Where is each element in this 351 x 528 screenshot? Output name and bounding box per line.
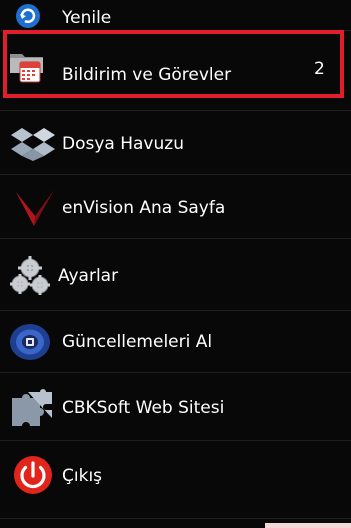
menu-item-settings[interactable]: Ayarlar (0, 246, 351, 306)
separator (0, 518, 351, 519)
gears-icon (8, 254, 52, 298)
separator (0, 238, 351, 239)
separator (0, 372, 351, 373)
puzzle-icon (8, 388, 54, 430)
menu-item-label: Çıkış (62, 466, 103, 486)
menu-item-envision-home[interactable]: enVision Ana Sayfa (0, 178, 351, 238)
refresh-icon (14, 2, 42, 30)
menu-item-label: CBKSoft Web Sitesi (62, 398, 225, 418)
menu-item-cbksoft-website[interactable]: CBKSoft Web Sitesi (0, 378, 351, 438)
background-edge (265, 523, 351, 528)
separator (0, 440, 351, 441)
menu-item-label: Güncellemeleri Al (62, 332, 213, 352)
context-menu: Yenile Bildirim ve Görevler 2 Dosya Havu… (0, 0, 351, 528)
menu-item-get-updates[interactable]: Güncellemeleri Al (0, 312, 351, 372)
menu-item-file-pool[interactable]: Dosya Havuzu (0, 114, 351, 174)
menu-item-label: enVision Ana Sayfa (62, 198, 226, 218)
menu-item-exit[interactable]: Çıkış (0, 446, 351, 506)
separator (0, 174, 351, 175)
menu-item-label: Yenile (62, 8, 112, 28)
separator (0, 110, 351, 111)
power-icon (12, 454, 54, 496)
envision-logo-icon (12, 186, 58, 232)
update-disc-icon (8, 322, 52, 362)
dropbox-icon (10, 126, 56, 162)
menu-item-label: Ayarlar (58, 266, 119, 286)
separator (0, 310, 351, 311)
menu-item-label: Dosya Havuzu (62, 134, 184, 154)
highlight-box (3, 30, 344, 98)
